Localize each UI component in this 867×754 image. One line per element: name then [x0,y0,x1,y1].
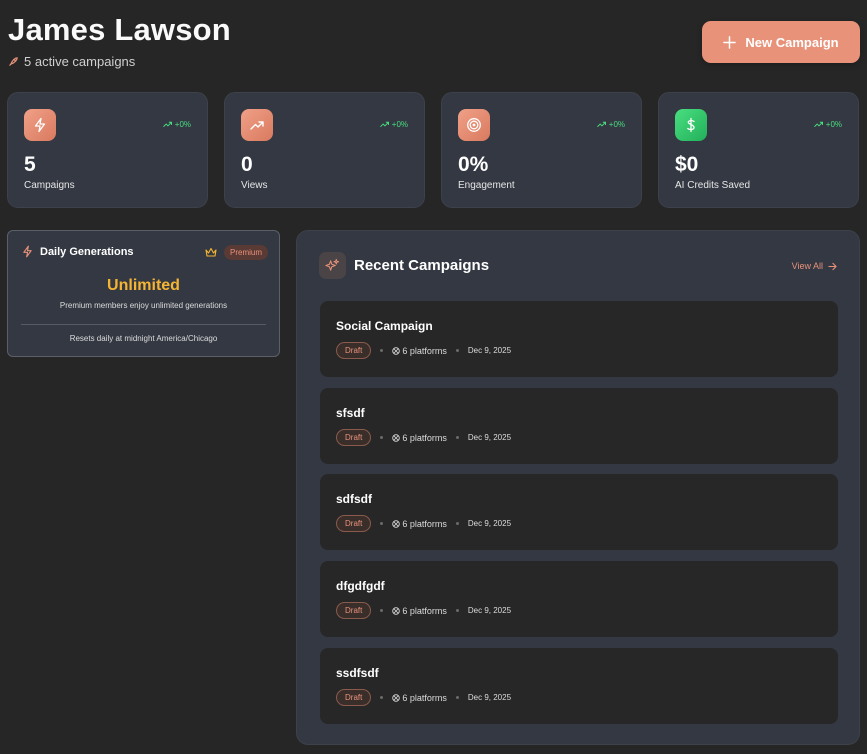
crown-icon [205,247,217,257]
trend-indicator: +0% [162,120,191,129]
stat-card-views: +0% 0 Views [224,92,425,208]
generation-limit: Unlimited [107,277,180,294]
subtitle-text: 5 active campaigns [24,54,136,69]
separator-dot [455,349,459,352]
globe-icon [392,346,401,355]
trending-up-icon [162,121,172,128]
campaign-item[interactable]: ssdfsdf Draft 6 platforms Dec 9, 2025 [320,648,838,724]
new-campaign-button[interactable]: New Campaign [702,21,860,63]
stat-label: AI Credits Saved [675,180,751,191]
reset-info: Resets daily at midnight America/Chicago [69,334,218,343]
campaign-meta: Draft 6 platforms Dec 9, 2025 [336,515,511,532]
campaign-name: dfgdfgdf [336,579,385,593]
recent-campaigns-title: Recent Campaigns [354,257,490,274]
trending-up-icon [813,121,823,128]
trend-indicator: +0% [596,120,625,129]
campaign-name: sfsdf [336,406,365,420]
subtitle: 5 active campaigns [8,54,231,69]
daily-generations-header: Daily Generations [21,245,134,258]
stat-value: 5 [24,153,36,176]
status-badge: Draft [336,602,372,619]
separator-dot [455,696,459,699]
campaign-item[interactable]: sdfsdf Draft 6 platforms Dec 9, 2025 [320,474,838,550]
separator-dot [380,696,384,699]
trending-up-icon [596,121,606,128]
platform-count: 6 platforms [392,606,447,616]
dollar-icon [675,109,707,141]
trend-indicator: +0% [379,120,408,129]
page-title: James Lawson [8,12,231,47]
view-all-label: View All [791,261,823,271]
page-header: James Lawson 5 active campaigns [8,12,231,69]
campaign-name: Social Campaign [336,319,433,333]
status-badge: Draft [336,342,372,359]
campaign-meta: Draft 6 platforms Dec 9, 2025 [336,342,511,359]
generation-description: Premium members enjoy unlimited generati… [59,301,228,310]
new-campaign-label: New Campaign [745,34,839,50]
campaign-item[interactable]: sfsdf Draft 6 platforms Dec 9, 2025 [320,388,838,464]
stat-value: $0 [675,153,699,176]
status-badge: Draft [336,515,372,532]
globe-icon [392,693,401,702]
sparkles-icon [319,252,346,279]
platform-count: 6 platforms [392,519,447,529]
view-all-link[interactable]: View All [792,261,837,271]
campaign-name: ssdfsdf [336,666,379,680]
campaign-date: Dec 9, 2025 [467,693,512,702]
stat-card-ai-credits: +0% $0 AI Credits Saved [658,92,859,208]
rocket-icon [9,57,18,66]
trending-up-icon [241,109,273,141]
separator-dot [455,436,459,439]
separator-dot [380,522,384,525]
separator-dot [380,349,384,352]
separator-dot [380,436,384,439]
stat-value: 0% [458,153,489,176]
separator-dot [455,522,459,525]
status-badge: Draft [336,689,372,706]
stat-value: 0 [241,153,253,176]
target-icon [458,109,490,141]
arrow-right-icon [828,262,837,270]
campaign-name: sdfsdf [336,492,372,506]
campaign-date: Dec 9, 2025 [467,606,512,615]
campaign-meta: Draft 6 platforms Dec 9, 2025 [336,689,511,706]
separator-dot [380,609,384,612]
stat-card-campaigns: +0% 5 Campaigns [7,92,208,208]
campaign-date: Dec 9, 2025 [467,433,512,442]
stat-label: Views [241,180,268,191]
zap-icon [24,109,56,141]
stat-card-engagement: +0% 0% Engagement [441,92,642,208]
zap-icon [23,245,32,258]
globe-icon [392,606,401,615]
daily-generations-title: Daily Generations [40,245,134,258]
globe-icon [392,519,401,528]
trend-indicator: +0% [813,120,842,129]
campaign-item[interactable]: dfgdfgdf Draft 6 platforms Dec 9, 2025 [320,561,838,637]
stat-label: Engagement [458,180,515,191]
separator-dot [455,609,459,612]
divider [21,324,266,325]
trending-up-icon [379,121,389,128]
stat-label: Campaigns [24,180,75,191]
plus-icon [723,35,737,49]
status-badge: Draft [336,429,372,446]
daily-generations-card: Daily Generations Premium Unlimited Prem… [7,230,280,357]
platform-count: 6 platforms [392,433,447,443]
premium-badge: Premium [224,245,269,260]
campaign-date: Dec 9, 2025 [467,346,512,355]
globe-icon [392,433,401,442]
campaign-date: Dec 9, 2025 [467,519,512,528]
campaign-meta: Draft 6 platforms Dec 9, 2025 [336,602,511,619]
campaign-item[interactable]: Social Campaign Draft 6 platforms Dec 9,… [320,301,838,377]
recent-campaigns-panel: Recent Campaigns View All Social Campaig… [296,230,860,745]
campaign-meta: Draft 6 platforms Dec 9, 2025 [336,429,511,446]
platform-count: 6 platforms [392,693,447,703]
platform-count: 6 platforms [392,346,447,356]
